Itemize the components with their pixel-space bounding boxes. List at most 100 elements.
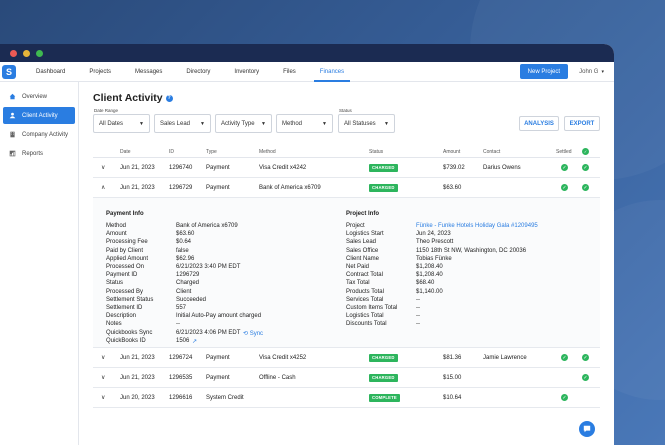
extra-check: ✓ [582, 178, 589, 197]
user-name: John G [579, 69, 599, 75]
table-row[interactable]: ∧ Jun 21, 2023 1296729 Payment Bank of A… [93, 178, 600, 198]
activity-table: Date ID Type Method Status Amount Contac… [93, 146, 600, 408]
col-status[interactable]: Status [369, 146, 383, 157]
date-range-value: All Dates [99, 120, 124, 127]
chevron-down-icon: ▼ [139, 120, 144, 127]
col-method[interactable]: Method [259, 146, 276, 157]
nav-inventory[interactable]: Inventory [222, 62, 271, 82]
sidebar-item-client-activity[interactable]: Client Activity [3, 107, 75, 124]
field-value: $1,208.40 [416, 272, 443, 279]
settled-check: ✓ [561, 348, 568, 367]
field-value: 6/21/2023 3:40 PM EDT [176, 264, 241, 270]
extra-check: ✓ [582, 158, 589, 177]
sales-lead-select[interactable]: Sales Lead ▼ [154, 114, 211, 133]
col-contact[interactable]: Contact [483, 146, 500, 157]
close-window-button[interactable] [10, 49, 17, 57]
field-label: Tax Total [346, 280, 370, 287]
chevron-down-icon[interactable]: ∨ [101, 158, 105, 177]
field-value: $68.40 [416, 280, 435, 287]
chat-button[interactable] [579, 421, 595, 437]
sidebar-item-company-activity[interactable]: Company Activity [3, 126, 75, 143]
sidebar-item-reports[interactable]: Reports [3, 145, 75, 162]
sidebar-item-overview[interactable]: Overview [3, 88, 75, 105]
col-type[interactable]: Type [206, 146, 217, 157]
status-badge-text: CHARGED [369, 163, 398, 172]
check-circle-icon: ✓ [582, 354, 589, 361]
check-circle-icon: ✓ [582, 184, 589, 191]
method-filter[interactable]: Method ▼ [276, 114, 333, 133]
chevron-down-icon[interactable]: ∨ [101, 388, 105, 407]
col-settled[interactable]: Settled [556, 146, 572, 157]
field-value: 6/21/2023 4:06 PM EDT [176, 329, 241, 336]
method-value: Method [282, 120, 303, 127]
row-method: Bank of America x6709 [259, 184, 321, 191]
field-label: Notes [106, 321, 122, 328]
app-logo[interactable]: S [2, 64, 16, 79]
field-value: Tobias Fünke [416, 255, 452, 262]
building-icon [10, 131, 15, 138]
user-menu[interactable]: John G ▾ [579, 65, 604, 79]
activity-type-select[interactable]: Activity Type ▼ [215, 114, 272, 133]
field-value: Jun 24, 2023 [416, 231, 451, 238]
col-id[interactable]: ID [169, 146, 174, 157]
activity-type-filter[interactable]: Activity Type ▼ [215, 114, 272, 133]
sync-link[interactable]: ⟲ Sync [243, 330, 263, 337]
app-window: S Dashboard Projects Messages Directory … [0, 44, 614, 445]
col-amount[interactable]: Amount [443, 146, 460, 157]
sales-lead-filter[interactable]: Sales Lead ▼ [154, 114, 211, 133]
row-amount: $63.60 [443, 184, 462, 191]
table-row[interactable]: ∨ Jun 21, 2023 1296740 Payment Visa Cred… [93, 158, 600, 178]
analysis-button[interactable]: ANALYSIS [519, 116, 559, 131]
chevron-down-icon: ▾ [601, 69, 604, 75]
field-value: $0.64 [176, 239, 192, 246]
row-id: 1296729 [169, 184, 193, 191]
sidebar-item-label: Company Activity [22, 131, 69, 138]
col-date[interactable]: Date [120, 146, 131, 157]
nav-projects[interactable]: Projects [77, 62, 123, 82]
main-content: Client Activity ? Date Range All Dates ▼… [80, 82, 614, 445]
method-select[interactable]: Method ▼ [276, 114, 333, 133]
extra-check: ✓ [582, 368, 589, 387]
field-value: Theo Prescott [416, 239, 454, 246]
status-select[interactable]: All Statuses ▼ [338, 114, 395, 133]
sidebar-item-label: Overview [22, 93, 48, 100]
row-date: Jun 21, 2023 [120, 164, 155, 171]
date-range-filter[interactable]: Date Range All Dates ▼ [93, 108, 150, 133]
row-amount: $15.00 [443, 374, 462, 381]
help-icon[interactable]: ? [165, 94, 173, 102]
maximize-window-button[interactable] [36, 49, 43, 57]
nav-files[interactable]: Files [271, 62, 308, 82]
chevron-down-icon[interactable]: ∨ [101, 368, 105, 387]
chart-icon [9, 150, 16, 157]
new-project-button[interactable]: New Project [519, 64, 568, 79]
page-title: Client Activity ? [93, 92, 173, 104]
check-circle-icon: ✓ [582, 164, 589, 171]
field-label: Settlement ID [106, 305, 143, 311]
row-date: Jun 21, 2023 [120, 184, 155, 191]
row-type: Payment [206, 354, 230, 361]
date-range-select[interactable]: All Dates ▼ [93, 114, 150, 133]
table-row[interactable]: ∨ Jun 21, 2023 1296535 Payment Offline - Cas… [93, 368, 600, 388]
external-link-icon[interactable]: ↗ [192, 338, 197, 345]
row-id: 1296724 [169, 354, 193, 361]
row-date: Jun 21, 2023 [120, 354, 155, 361]
nav-messages[interactable]: Messages [123, 62, 174, 82]
table-row[interactable]: ∨ Jun 21, 2023 1296724 Payment Visa Credit x… [93, 348, 600, 368]
page-title-text: Client Activity [93, 92, 163, 104]
table-row[interactable]: ∨ Jun 20, 2023 1296616 System Credit COMPLET… [93, 388, 600, 408]
export-button[interactable]: EXPORT [564, 116, 600, 131]
nav-finances[interactable]: Finances [308, 62, 356, 82]
field-value: Succeeded [176, 296, 207, 303]
chevron-up-icon[interactable]: ∧ [101, 178, 105, 197]
row-type: Payment [206, 184, 230, 191]
nav-directory[interactable]: Directory [174, 62, 222, 82]
status-filter[interactable]: Status All Statuses ▼ [338, 108, 395, 133]
sidebar-item-label: Reports [22, 150, 44, 157]
chevron-down-icon[interactable]: ∨ [101, 348, 105, 367]
title-bar [0, 44, 614, 62]
minimize-window-button[interactable] [23, 49, 30, 57]
field-label: Sales Office [346, 247, 379, 254]
nav-dashboard[interactable]: Dashboard [24, 62, 77, 82]
project-link[interactable]: Fünke - Funke Hotels Holiday Gala #12094… [416, 223, 538, 229]
field-label: Custom Items Total [346, 305, 398, 311]
